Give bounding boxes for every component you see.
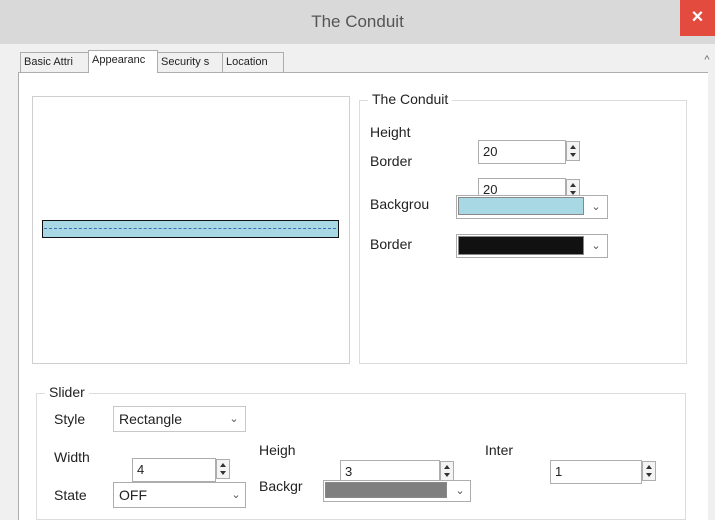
slider-width-spinner[interactable]: 4 xyxy=(132,458,216,482)
tab-location[interactable]: Location xyxy=(222,52,284,72)
close-icon: × xyxy=(691,6,704,28)
slider-interval-label: Inter xyxy=(485,442,514,458)
conduit-height-spinner[interactable]: 20 xyxy=(478,140,566,164)
conduit-border-color-label: Border xyxy=(370,236,413,252)
slider-width-label: Width xyxy=(54,449,90,465)
tab-basic-attributes[interactable]: Basic Attri xyxy=(20,52,90,72)
slider-background-label: Backgr xyxy=(259,478,303,494)
scroll-up-icon[interactable]: ^ xyxy=(700,54,714,68)
chevron-down-icon[interactable]: ⌄ xyxy=(588,197,604,217)
background-color-swatch xyxy=(458,197,584,215)
conduit-centerline xyxy=(44,228,336,229)
border-color-swatch xyxy=(458,236,584,255)
conduit-background-label: Backgrou xyxy=(370,196,430,212)
chevron-down-icon[interactable]: ⌄ xyxy=(226,409,242,429)
chevron-down-icon[interactable]: ⌄ xyxy=(452,481,468,501)
spin-arrows-icon[interactable] xyxy=(566,141,580,161)
slider-interval-spinner[interactable]: 1 xyxy=(550,460,642,484)
spin-arrows-icon[interactable] xyxy=(642,461,656,481)
slider-group-legend: Slider xyxy=(45,384,89,400)
tab-security-settings[interactable]: Security s xyxy=(157,52,223,72)
close-button[interactable]: × xyxy=(680,0,715,36)
conduit-preview xyxy=(42,220,339,238)
slider-style-value: Rectangle xyxy=(119,411,183,427)
slider-state-value: OFF xyxy=(119,487,147,503)
chevron-down-icon[interactable]: ⌄ xyxy=(588,236,604,256)
chevron-down-icon[interactable]: ⌄ xyxy=(228,485,244,505)
tab-appearance[interactable]: Appearanc xyxy=(88,50,158,73)
spin-arrows-icon[interactable] xyxy=(216,459,230,479)
spin-arrows-icon[interactable] xyxy=(440,461,454,481)
slider-background-swatch xyxy=(325,482,447,498)
slider-style-label: Style xyxy=(54,411,86,427)
conduit-group-legend: The Conduit xyxy=(368,91,453,107)
conduit-height-label: Height xyxy=(370,124,411,140)
conduit-border-label: Border xyxy=(370,153,413,169)
slider-height-label: Heigh xyxy=(259,442,296,458)
window-title: The Conduit xyxy=(311,12,404,31)
slider-state-label: State xyxy=(54,487,87,503)
